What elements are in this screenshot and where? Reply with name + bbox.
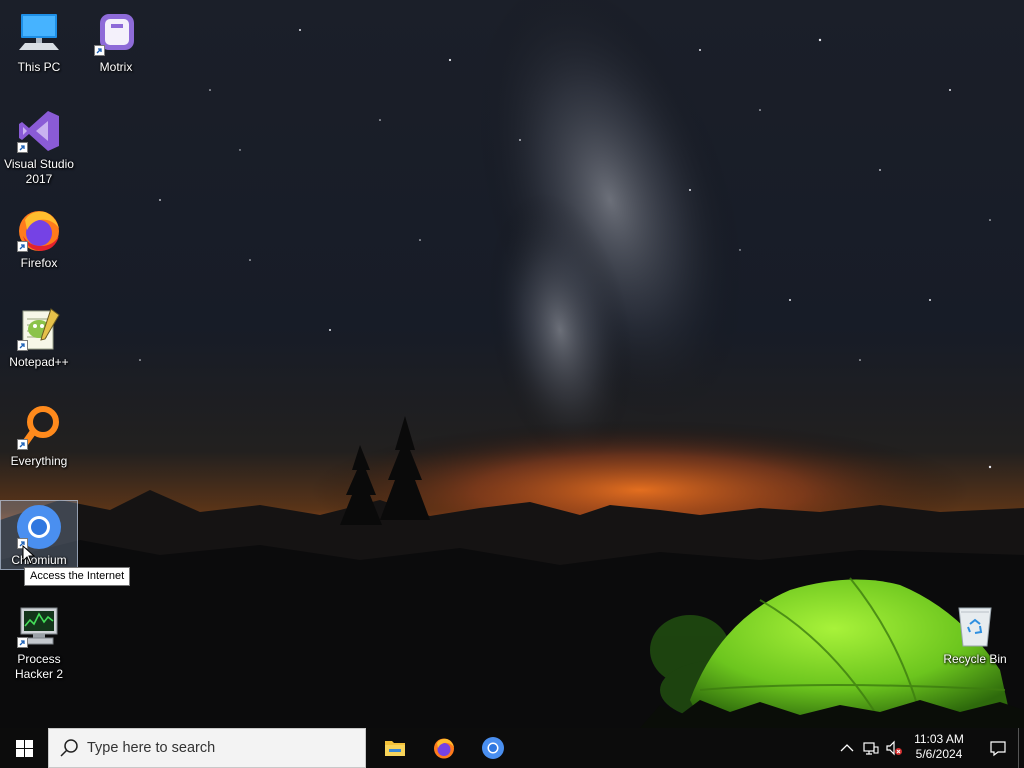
desktop-icon-label: Recycle Bin [943, 652, 1007, 666]
firefox-icon [434, 738, 454, 759]
visual-studio-icon [15, 107, 63, 155]
tooltip: Access the Internet [24, 567, 131, 586]
desktop-icon-label: Motrix [99, 60, 133, 74]
process-hacker-icon [15, 602, 63, 650]
taskbar-chromium[interactable] [469, 728, 517, 768]
shortcut-arrow-icon [17, 241, 28, 252]
windows-logo-icon [15, 739, 33, 757]
desktop-icon-label: Notepad++ [9, 355, 69, 369]
desktop-icon-process-hacker[interactable]: Process Hacker 2 [1, 602, 77, 682]
taskbar-firefox[interactable] [420, 728, 468, 768]
desktop-icon-this-pc[interactable]: This PC [1, 10, 77, 75]
desktop-icon-label: Everything [10, 454, 68, 468]
shortcut-arrow-icon [17, 637, 28, 648]
clock-time: 11:03 AM [914, 732, 964, 746]
firefox-icon [15, 206, 63, 254]
chromium-icon [15, 503, 63, 551]
network-icon[interactable] [862, 739, 880, 757]
computer-icon [15, 10, 63, 58]
system-clock[interactable]: 11:03 AM 5/6/2024 [904, 728, 974, 768]
start-button[interactable] [0, 728, 48, 768]
show-desktop-button[interactable] [1018, 728, 1024, 768]
taskbar-search-box[interactable]: Type here to search [48, 728, 366, 768]
volume-muted-icon[interactable] [885, 739, 903, 757]
desktop-icon-label: Process Hacker 2 [14, 652, 64, 681]
motrix-icon [92, 10, 140, 58]
taskbar-file-explorer[interactable] [371, 728, 419, 768]
desktop-icon-label: Visual Studio 2017 [4, 157, 74, 186]
desktop-icon-label: Chromium [11, 553, 67, 567]
notification-icon [990, 741, 1006, 757]
file-explorer-icon [385, 741, 405, 756]
desktop-icon-everything[interactable]: Everything [1, 404, 77, 469]
recycle-bin-icon [951, 602, 999, 650]
desktop-icon-recycle-bin[interactable]: Recycle Bin [937, 602, 1013, 667]
desktop-icon-chromium[interactable]: Chromium [0, 500, 78, 570]
shortcut-arrow-icon [17, 439, 28, 450]
desktop-icon-label: Firefox [20, 256, 58, 270]
shortcut-arrow-icon [17, 340, 28, 351]
desktop-icon-motrix[interactable]: Motrix [78, 10, 154, 75]
shortcut-arrow-icon [17, 142, 28, 153]
everything-search-icon [15, 404, 63, 452]
show-hidden-icons-chevron-up-icon[interactable] [838, 739, 856, 757]
desktop-icon-notepad-plus-plus[interactable]: Notepad++ [1, 305, 77, 370]
shortcut-arrow-icon [94, 45, 105, 56]
chromium-icon [482, 737, 504, 759]
desktop-icon-label: This PC [17, 60, 61, 74]
action-center-button[interactable] [980, 728, 1016, 768]
desktop-icon-firefox[interactable]: Firefox [1, 206, 77, 271]
search-placeholder: Type here to search [87, 740, 216, 756]
desktop-wallpaper [0, 0, 1024, 728]
taskbar: Type here to search 11:03 AM 5/6/2024 [0, 728, 1024, 768]
desktop-icon-visual-studio[interactable]: Visual Studio 2017 [1, 107, 77, 187]
search-icon [60, 739, 78, 757]
clock-date: 5/6/2024 [915, 747, 963, 761]
notepad-plus-plus-icon [15, 305, 63, 353]
mouse-cursor-icon [22, 545, 35, 565]
